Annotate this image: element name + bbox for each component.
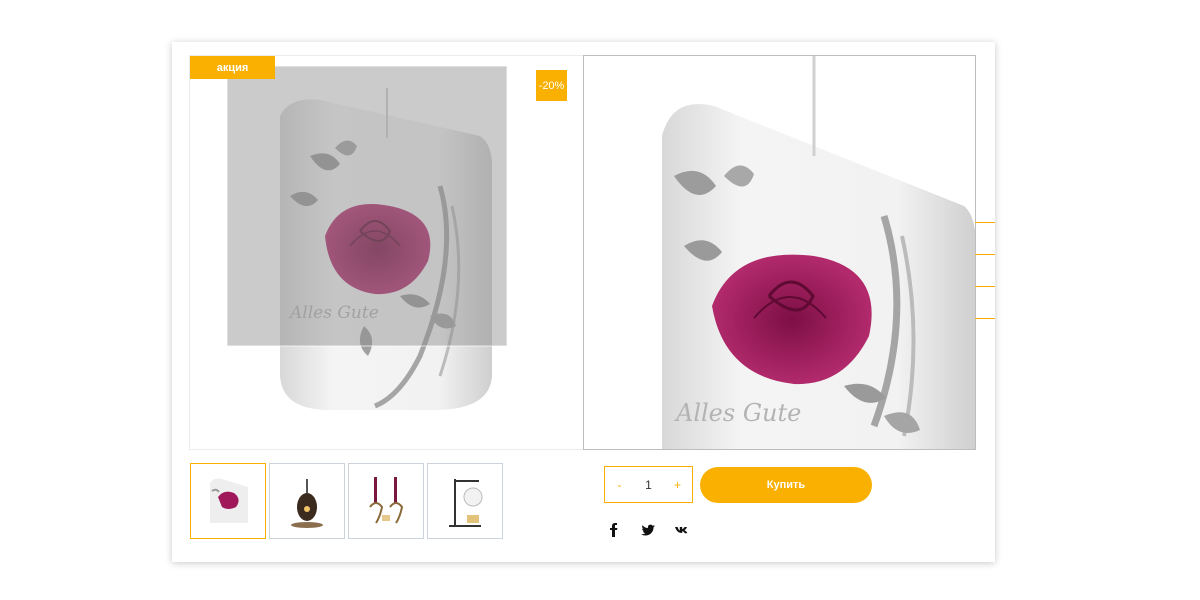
increase-button[interactable]: + — [663, 478, 692, 492]
sale-badge: акция — [190, 56, 275, 79]
share-links — [606, 522, 690, 538]
thumbnail-lantern[interactable] — [269, 463, 345, 539]
quantity-value[interactable]: 1 — [634, 478, 663, 492]
vk-icon[interactable] — [674, 522, 690, 538]
main-product-image[interactable]: Alles Gute — [189, 55, 584, 450]
zoom-lens[interactable] — [226, 65, 508, 347]
candle-zoomed-text: Alles Gute — [674, 399, 801, 427]
decrease-button[interactable]: - — [605, 478, 634, 492]
glass-lamp-thumb-icon — [449, 479, 483, 527]
zoom-preview-pane: Alles Gute — [583, 55, 976, 450]
facebook-icon[interactable] — [606, 522, 622, 538]
rose-candle-thumb-icon — [210, 478, 248, 523]
thumbnail-rose-candle[interactable] — [190, 463, 266, 539]
product-card: акция -20% Alles Gute - 1 + Купить — [172, 42, 995, 562]
side-tab-lines — [975, 222, 995, 319]
candle-illustration: Alles Gute — [226, 65, 508, 410]
buy-button[interactable]: Купить — [700, 467, 872, 503]
candelabra-thumb-icon — [369, 477, 404, 524]
side-line — [975, 286, 995, 319]
side-line — [975, 222, 995, 254]
twitter-icon[interactable] — [640, 522, 656, 538]
quantity-stepper: - 1 + — [604, 466, 693, 503]
thumbnail-strip — [190, 463, 503, 539]
thumbnail-glass-lamp[interactable] — [427, 463, 503, 539]
side-line — [975, 254, 995, 286]
thumbnail-candelabra[interactable] — [348, 463, 424, 539]
candle-zoomed-illustration: Alles Gute — [662, 56, 975, 449]
discount-badge: -20% — [536, 70, 567, 101]
lantern-thumb-icon — [291, 479, 323, 528]
